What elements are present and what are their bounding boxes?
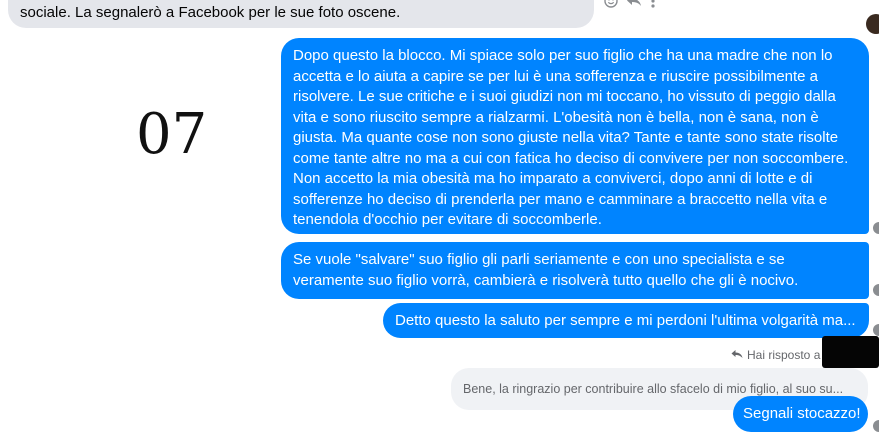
outgoing-message-bubble[interactable]: Detto questo la saluto per sempre e mi p… — [383, 303, 869, 338]
seen-indicator-icon — [873, 222, 879, 234]
chat-thread: sociale. La segnalerò a Facebook per le … — [0, 0, 879, 445]
outgoing-message-bubble[interactable]: Se vuole "salvare" suo figlio gli parli … — [281, 242, 869, 299]
outgoing-message-text: Segnali stocazzo! — [743, 405, 861, 422]
reply-icon[interactable] — [626, 0, 642, 8]
outgoing-message-bubble[interactable]: Dopo questo la blocco. Mi spiace solo pe… — [281, 38, 869, 234]
incoming-message-text: sociale. La segnalerò a Facebook per le … — [20, 4, 401, 21]
avatar[interactable] — [866, 14, 879, 34]
reply-indicator: Hai risposto a — [731, 347, 820, 363]
redaction-mark — [822, 336, 879, 368]
quoted-message-text: Bene, la ringrazio per contribuire allo … — [463, 382, 844, 396]
outgoing-message-text: Se vuole "salvare" suo figlio gli parli … — [293, 251, 799, 289]
react-icon[interactable] — [604, 0, 618, 8]
overlay-number: 07 — [136, 102, 208, 167]
incoming-message-bubble[interactable]: sociale. La segnalerò a Facebook per le … — [8, 0, 594, 28]
outgoing-message-text: Detto questo la saluto per sempre e mi p… — [395, 312, 856, 329]
more-icon[interactable] — [650, 0, 656, 8]
outgoing-message-text: Dopo questo la blocco. Mi spiace solo pe… — [293, 47, 849, 228]
reply-indicator-label: Hai risposto a — [747, 348, 821, 362]
outgoing-reply-bubble[interactable]: Segnali stocazzo! — [733, 396, 868, 432]
reply-arrow-icon — [731, 348, 743, 362]
seen-indicator-icon — [873, 420, 879, 432]
message-actions — [604, 0, 656, 8]
seen-indicator-icon — [873, 324, 879, 336]
seen-indicator-icon — [873, 284, 879, 296]
